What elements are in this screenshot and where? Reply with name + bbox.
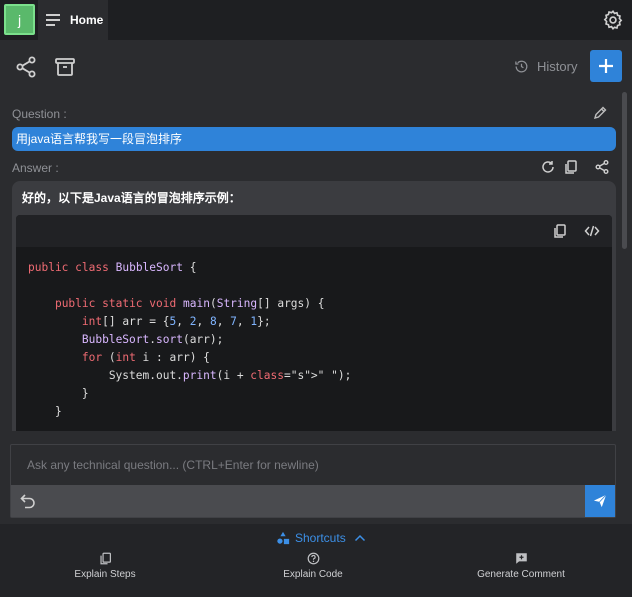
- shortcut-generate-comment[interactable]: Generate Comment: [474, 552, 568, 580]
- copy-code-icon[interactable]: [552, 223, 568, 239]
- tab-home-label: Home: [70, 13, 104, 27]
- code-line: System.out.print(i + class="s">" ");: [28, 369, 352, 382]
- code-line: public class BubbleSort {: [28, 261, 197, 274]
- share-answer-icon[interactable]: [594, 159, 610, 175]
- code-view-icon[interactable]: [584, 223, 600, 239]
- menu-lines-icon: [46, 14, 62, 26]
- shortcuts-title: Shortcuts: [295, 531, 346, 545]
- code-line: BubbleSort.sort(arr);: [81, 333, 224, 346]
- plus-icon: [599, 59, 613, 73]
- copy-doc-icon: [99, 552, 111, 565]
- question-input[interactable]: [11, 445, 615, 485]
- scrollbar[interactable]: [622, 92, 627, 249]
- question-bubble-icon: [307, 552, 319, 565]
- avatar-letter: j: [17, 11, 22, 28]
- code-line: for (int i : arr) {: [81, 351, 210, 364]
- answer-intro: 好的，以下是Java语言的冒泡排序示例：: [22, 191, 241, 205]
- shortcuts-toggle[interactable]: Shortcuts: [276, 530, 371, 546]
- code-block-header: [16, 215, 612, 247]
- code-line: public static void main(String[] args) {: [54, 297, 325, 310]
- chevron-up-icon: [354, 534, 365, 542]
- pencil-icon[interactable]: [592, 105, 608, 121]
- shortcut-label: Generate Comment: [477, 569, 565, 580]
- answer-label: Answer :: [12, 161, 59, 175]
- undo-icon[interactable]: [19, 492, 37, 510]
- history-button[interactable]: History: [514, 56, 577, 76]
- answer-bubble: 好的，以下是Java语言的冒泡排序示例： public class Bubble…: [12, 181, 616, 431]
- question-bubble: 用java语言帮我写一段冒泡排序: [12, 127, 616, 151]
- new-chat-button[interactable]: [590, 50, 622, 82]
- code-line: }: [28, 405, 62, 418]
- shortcuts-panel: Shortcuts Explain Steps Explain Code Gen…: [0, 524, 632, 597]
- shortcut-label: Explain Code: [283, 569, 343, 580]
- code-line: }: [28, 387, 89, 400]
- shapes-icon: [277, 531, 290, 545]
- code-text: public class BubbleSort { public static …: [28, 259, 351, 421]
- send-icon: [593, 494, 607, 508]
- send-button[interactable]: [585, 485, 615, 517]
- toolbar: History: [0, 40, 632, 96]
- tab-home[interactable]: Home: [38, 0, 108, 40]
- question-text: 用java语言帮我写一段冒泡排序: [16, 132, 183, 146]
- gear-icon[interactable]: [602, 9, 624, 31]
- avatar[interactable]: j: [4, 4, 35, 35]
- shortcut-label: Explain Steps: [74, 569, 136, 580]
- comment-plus-icon: [515, 553, 527, 564]
- copy-icon[interactable]: [563, 159, 579, 175]
- history-label: History: [537, 58, 578, 74]
- question-input-box: [10, 444, 616, 518]
- share-icon[interactable]: [14, 55, 38, 79]
- code-block: public class BubbleSort { public static …: [16, 215, 612, 431]
- history-clock-icon: [515, 60, 528, 72]
- question-label: Question :: [12, 107, 67, 121]
- shortcut-explain-code[interactable]: Explain Code: [280, 552, 346, 580]
- code-line: int[] arr = {5, 2, 8, 7, 1};: [81, 315, 271, 328]
- shortcut-explain-steps[interactable]: Explain Steps: [72, 552, 138, 580]
- trash-icon[interactable]: [53, 55, 77, 79]
- refresh-icon[interactable]: [540, 159, 556, 175]
- conversation-area: Question : 用java语言帮我写一段冒泡排序 Answer : 好的，…: [0, 96, 632, 431]
- top-tab-bar: j Home: [0, 0, 632, 40]
- input-actions-bar: [11, 485, 615, 517]
